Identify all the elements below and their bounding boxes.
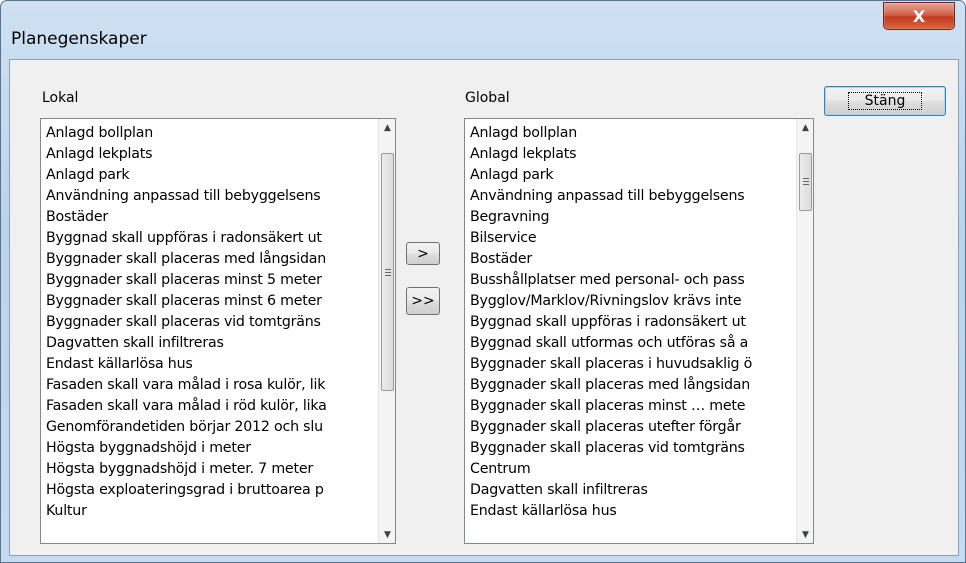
global-listbox[interactable]: Anlagd bollplan Anlagd lekplats Anlagd par…: [464, 118, 814, 544]
list-item[interactable]: Fasaden skall vara målad i rosa kulör, l…: [43, 375, 378, 396]
list-item[interactable]: Kultur: [43, 501, 378, 522]
list-item[interactable]: Högsta byggnadshöjd i meter. 7 meter: [43, 459, 378, 480]
list-item[interactable]: Byggnader skall placeras minst 5 meter: [43, 270, 378, 291]
move-selected-button[interactable]: >: [406, 242, 440, 265]
global-label: Global: [465, 90, 510, 106]
list-item[interactable]: Byggnader skall placeras med långsidan: [43, 249, 378, 270]
close-button-label: Stäng: [847, 92, 923, 110]
list-item[interactable]: Anlagd bollplan: [467, 123, 796, 144]
list-item[interactable]: Byggnader skall placeras i huvudsaklig ö: [467, 354, 796, 375]
window-title: Planegenskaper: [11, 29, 147, 49]
list-item[interactable]: Byggnader skall placeras vid tomtgräns: [43, 312, 378, 333]
scroll-up-icon[interactable]: ▲: [797, 119, 813, 136]
list-item[interactable]: Byggnad skall uppföras i radonsäkert ut: [467, 312, 796, 333]
close-button[interactable]: Stäng: [824, 86, 946, 116]
list-item[interactable]: Busshållplatser med personal- och pass: [467, 270, 796, 291]
global-list-items: Anlagd bollplan Anlagd lekplats Anlagd par…: [467, 123, 796, 543]
close-window-button[interactable]: X: [883, 2, 955, 30]
list-item[interactable]: Anlagd bollplan: [43, 123, 378, 144]
list-item[interactable]: Dagvatten skall infiltreras: [467, 480, 796, 501]
list-item[interactable]: Anlagd lekplats: [43, 144, 378, 165]
close-icon: X: [912, 6, 926, 26]
list-item[interactable]: Anlagd park: [467, 165, 796, 186]
global-scroll-thumb[interactable]: [799, 153, 812, 211]
local-list-items: Anlagd bollplan Anlagd lekplats Anlagd par…: [43, 123, 378, 543]
list-item[interactable]: Endast källarlösa hus: [467, 501, 796, 522]
list-item[interactable]: Bilservice: [467, 228, 796, 249]
list-item[interactable]: Bostäder: [43, 207, 378, 228]
list-item[interactable]: Byggnad skall utformas och utföras så a: [467, 333, 796, 354]
scroll-down-icon[interactable]: ▼: [379, 526, 395, 543]
list-item[interactable]: Byggnad skall uppföras i radonsäkert ut: [43, 228, 378, 249]
scroll-up-icon[interactable]: ▲: [379, 119, 395, 136]
list-item[interactable]: Bostäder: [467, 249, 796, 270]
list-item[interactable]: Begravning: [467, 207, 796, 228]
global-scrollbar[interactable]: ▲ ▼: [796, 119, 813, 543]
local-scrollbar[interactable]: ▲ ▼: [378, 119, 395, 543]
local-label: Lokal: [42, 90, 79, 106]
list-item[interactable]: Endast källarlösa hus: [43, 354, 378, 375]
list-item[interactable]: Byggnader skall placeras med långsidan: [467, 375, 796, 396]
list-item[interactable]: Bygglov/Marklov/Rivningslov krävs inte: [467, 291, 796, 312]
grip-icon: [803, 178, 809, 185]
list-item[interactable]: Användning anpassad till bebyggelsens: [467, 186, 796, 207]
list-item[interactable]: Byggnader skall placeras utefter förgår: [467, 417, 796, 438]
list-item[interactable]: Högsta byggnadshöjd i meter: [43, 438, 378, 459]
list-item[interactable]: Anlagd lekplats: [467, 144, 796, 165]
scroll-down-icon[interactable]: ▼: [797, 526, 813, 543]
local-scroll-thumb[interactable]: [381, 153, 394, 391]
list-item[interactable]: Byggnader skall placeras minst … mete: [467, 396, 796, 417]
list-item[interactable]: Byggnader skall placeras minst 6 meter: [43, 291, 378, 312]
list-item[interactable]: Genomförandetiden börjar 2012 och slu: [43, 417, 378, 438]
local-listbox[interactable]: Anlagd bollplan Anlagd lekplats Anlagd par…: [40, 118, 396, 544]
list-item[interactable]: Anlagd park: [43, 165, 378, 186]
list-item[interactable]: Högsta exploateringsgrad i bruttoarea p: [43, 480, 378, 501]
dialog-client-area: Lokal Global Anlagd bollplan Anlagd lekpl…: [9, 59, 959, 556]
list-item[interactable]: Dagvatten skall infiltreras: [43, 333, 378, 354]
list-item[interactable]: Användning anpassad till bebyggelsens: [43, 186, 378, 207]
list-item[interactable]: Fasaden skall vara målad i röd kulör, li…: [43, 396, 378, 417]
grip-icon: [385, 269, 391, 276]
dialog-window: Planegenskaper X Lokal Global Anlagd bol…: [0, 0, 966, 563]
move-all-button[interactable]: >>: [406, 287, 440, 315]
list-item[interactable]: Centrum: [467, 459, 796, 480]
list-item[interactable]: Byggnader skall placeras vid tomtgräns: [467, 438, 796, 459]
